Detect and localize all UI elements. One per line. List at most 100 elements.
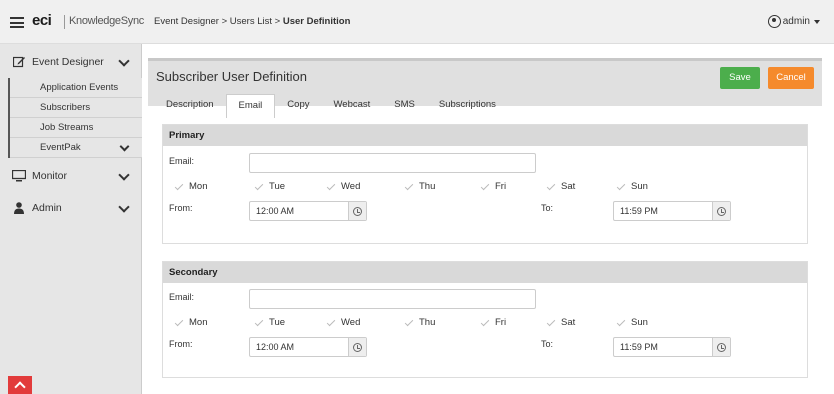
- breadcrumb: Event Designer > Users List > User Defin…: [154, 16, 350, 27]
- page-title: Subscriber User Definition: [156, 69, 308, 84]
- day-label: Sun: [631, 181, 648, 192]
- sidebar: Event Designer Application Events Subscr…: [0, 44, 142, 394]
- tab-sms[interactable]: SMS: [382, 94, 427, 116]
- breadcrumb-path[interactable]: Event Designer > Users List >: [154, 16, 283, 27]
- sidebar-item-eventpak[interactable]: EventPak: [10, 138, 142, 158]
- save-button[interactable]: Save: [720, 67, 760, 89]
- tab-subscriptions[interactable]: Subscriptions: [427, 94, 508, 116]
- day-label: Fri: [495, 181, 507, 192]
- day-checkbox-sat[interactable]: Sat: [547, 317, 575, 328]
- email-label: Email:: [169, 292, 195, 302]
- clock-icon[interactable]: [348, 338, 366, 356]
- check-icon: [327, 319, 335, 327]
- clock-icon[interactable]: [712, 202, 730, 220]
- edit-icon: [12, 56, 26, 68]
- check-icon: [405, 319, 413, 327]
- check-icon: [175, 183, 183, 191]
- sidebar-section-label: Admin: [32, 202, 62, 214]
- from-label: From:: [169, 203, 193, 213]
- check-icon: [547, 319, 555, 327]
- sidebar-item-label: EventPak: [40, 142, 81, 153]
- panel-title: Primary: [163, 125, 807, 146]
- check-icon: [175, 319, 183, 327]
- from-label: From:: [169, 339, 193, 349]
- time-value: 11:59 PM: [620, 206, 658, 216]
- check-icon: [481, 319, 489, 327]
- sidebar-item-job-streams[interactable]: Job Streams: [10, 118, 142, 138]
- check-icon: [405, 183, 413, 191]
- day-checkbox-sat[interactable]: Sat: [547, 181, 575, 192]
- to-label: To:: [541, 339, 554, 349]
- cancel-button[interactable]: Cancel: [768, 67, 814, 89]
- chevron-down-icon: [118, 169, 130, 181]
- sidebar-section-label: Monitor: [32, 170, 68, 182]
- logo-brand: eci: [32, 12, 52, 29]
- check-icon: [547, 183, 555, 191]
- check-icon: [617, 183, 625, 191]
- clock-icon[interactable]: [348, 202, 366, 220]
- day-checkbox-wed[interactable]: Wed: [327, 317, 360, 328]
- day-label: Wed: [341, 317, 361, 328]
- email-label: Email:: [169, 156, 195, 166]
- tab-description[interactable]: Description: [154, 94, 226, 116]
- secondary-email-input[interactable]: [249, 289, 536, 309]
- monitor-icon: [12, 170, 26, 182]
- tab-copy[interactable]: Copy: [275, 94, 321, 116]
- sidebar-section-monitor[interactable]: Monitor: [0, 162, 142, 190]
- day-checkbox-fri[interactable]: Fri: [481, 181, 506, 192]
- day-checkbox-wed[interactable]: Wed: [327, 181, 360, 192]
- primary-panel: Primary Email: Mon Tue Wed Thu Fri Sat S…: [162, 124, 808, 244]
- sidebar-section-label: Event Designer: [32, 56, 104, 68]
- day-label: Thu: [419, 181, 436, 192]
- day-label: Sat: [561, 181, 576, 192]
- sidebar-item-application-events[interactable]: Application Events: [10, 78, 142, 98]
- tab-email[interactable]: Email: [225, 94, 276, 118]
- hamburger-menu-icon[interactable]: [10, 17, 24, 28]
- user-icon: [12, 202, 26, 214]
- breadcrumb-current: User Definition: [282, 16, 351, 27]
- day-checkbox-tue[interactable]: Tue: [255, 181, 285, 192]
- check-icon: [255, 183, 263, 191]
- time-value: 11:59 PM: [620, 342, 658, 352]
- primary-from-time-input[interactable]: 12:00 AM: [249, 201, 367, 221]
- check-icon: [255, 319, 263, 327]
- caret-down-icon: [814, 19, 820, 24]
- logo-divider: [64, 15, 65, 29]
- day-label: Mon: [189, 317, 208, 328]
- primary-email-input[interactable]: [249, 153, 536, 173]
- tab-webcast[interactable]: Webcast: [321, 94, 382, 116]
- day-label: Tue: [269, 181, 286, 192]
- day-checkbox-sun[interactable]: Sun: [617, 317, 648, 328]
- clock-icon[interactable]: [712, 338, 730, 356]
- scroll-to-top-button[interactable]: [8, 376, 32, 394]
- main-content: Subscriber User Definition Save Cancel D…: [142, 44, 834, 394]
- sidebar-section-event-designer[interactable]: Event Designer: [0, 48, 142, 76]
- check-icon: [617, 319, 625, 327]
- chevron-down-icon: [119, 141, 130, 152]
- day-label: Thu: [419, 317, 436, 328]
- day-label: Fri: [495, 317, 507, 328]
- check-icon: [481, 183, 489, 191]
- logo-product: KnowledgeSync: [69, 15, 144, 27]
- day-checkbox-fri[interactable]: Fri: [481, 317, 506, 328]
- sidebar-submenu: Application Events Subscribers Job Strea…: [8, 78, 142, 158]
- user-menu[interactable]: admin: [767, 15, 820, 28]
- sidebar-item-subscribers[interactable]: Subscribers: [10, 98, 142, 118]
- day-label: Mon: [189, 181, 208, 192]
- chevron-down-icon: [118, 201, 130, 213]
- day-label: Tue: [269, 317, 286, 328]
- panel-title: Secondary: [163, 262, 807, 283]
- day-checkbox-mon[interactable]: Mon: [175, 181, 207, 192]
- day-checkbox-thu[interactable]: Thu: [405, 317, 435, 328]
- day-checkbox-sun[interactable]: Sun: [617, 181, 648, 192]
- day-checkbox-mon[interactable]: Mon: [175, 317, 207, 328]
- day-label: Wed: [341, 181, 361, 192]
- day-checkbox-tue[interactable]: Tue: [255, 317, 285, 328]
- top-bar: eci KnowledgeSync Event Designer > Users…: [0, 0, 834, 44]
- sidebar-section-admin[interactable]: Admin: [0, 194, 142, 222]
- secondary-to-time-input[interactable]: 11:59 PM: [613, 337, 731, 357]
- secondary-from-time-input[interactable]: 12:00 AM: [249, 337, 367, 357]
- time-value: 12:00 AM: [256, 206, 295, 216]
- day-checkbox-thu[interactable]: Thu: [405, 181, 435, 192]
- primary-to-time-input[interactable]: 11:59 PM: [613, 201, 731, 221]
